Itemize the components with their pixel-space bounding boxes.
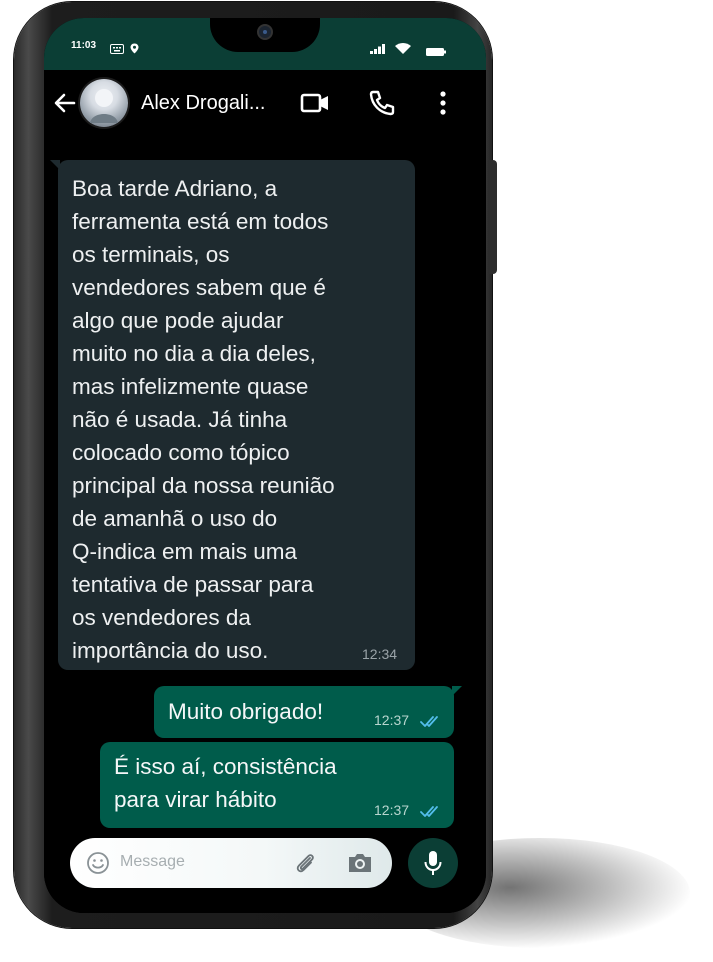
chat-header: Alex Drogali... [44, 70, 486, 142]
video-call-icon[interactable] [300, 88, 330, 118]
message-text: É isso aí, consistência para virar hábit… [114, 754, 337, 812]
more-options-icon[interactable] [428, 88, 458, 118]
wifi-icon [395, 39, 411, 58]
voice-message-button[interactable] [408, 838, 458, 888]
message-list[interactable]: Boa tarde Adriano, a ferramenta está em … [44, 142, 486, 832]
outgoing-message[interactable]: É isso aí, consistência para virar hábit… [100, 742, 454, 828]
front-camera [257, 24, 273, 40]
phone-screen: 11:03 Alex Drogali... Boa tarde Adriano,… [44, 18, 486, 913]
contact-name[interactable]: Alex Drogali... [141, 92, 266, 115]
double-check-icon [420, 713, 442, 732]
microphone-icon [423, 850, 443, 880]
double-check-icon [420, 803, 442, 822]
message-text: Boa tarde Adriano, a ferramenta está em … [72, 176, 335, 663]
message-text: Muito obrigado! [168, 699, 324, 724]
message-time: 12:37 [374, 712, 410, 728]
outgoing-message[interactable]: Muito obrigado! 12:37 [154, 686, 462, 738]
emoji-icon[interactable] [86, 851, 110, 879]
message-time: 12:37 [374, 802, 410, 818]
back-arrow-icon[interactable] [52, 90, 78, 116]
phone-side-button [488, 160, 497, 274]
camera-icon[interactable] [346, 851, 374, 879]
status-time: 11:03 [71, 40, 97, 51]
message-input[interactable]: Message [70, 838, 392, 888]
incoming-message[interactable]: Boa tarde Adriano, a ferramenta está em … [50, 160, 415, 670]
attach-paperclip-icon[interactable] [292, 850, 318, 880]
battery-icon [426, 41, 446, 60]
message-placeholder: Message [120, 853, 185, 870]
signal-icon [370, 39, 386, 58]
location-icon [130, 39, 139, 58]
keyboard-notification-icon [110, 39, 124, 58]
phone-call-icon[interactable] [367, 88, 397, 118]
message-time: 12:34 [362, 646, 398, 662]
compose-bar: Message [44, 832, 486, 913]
contact-avatar[interactable] [80, 79, 128, 127]
